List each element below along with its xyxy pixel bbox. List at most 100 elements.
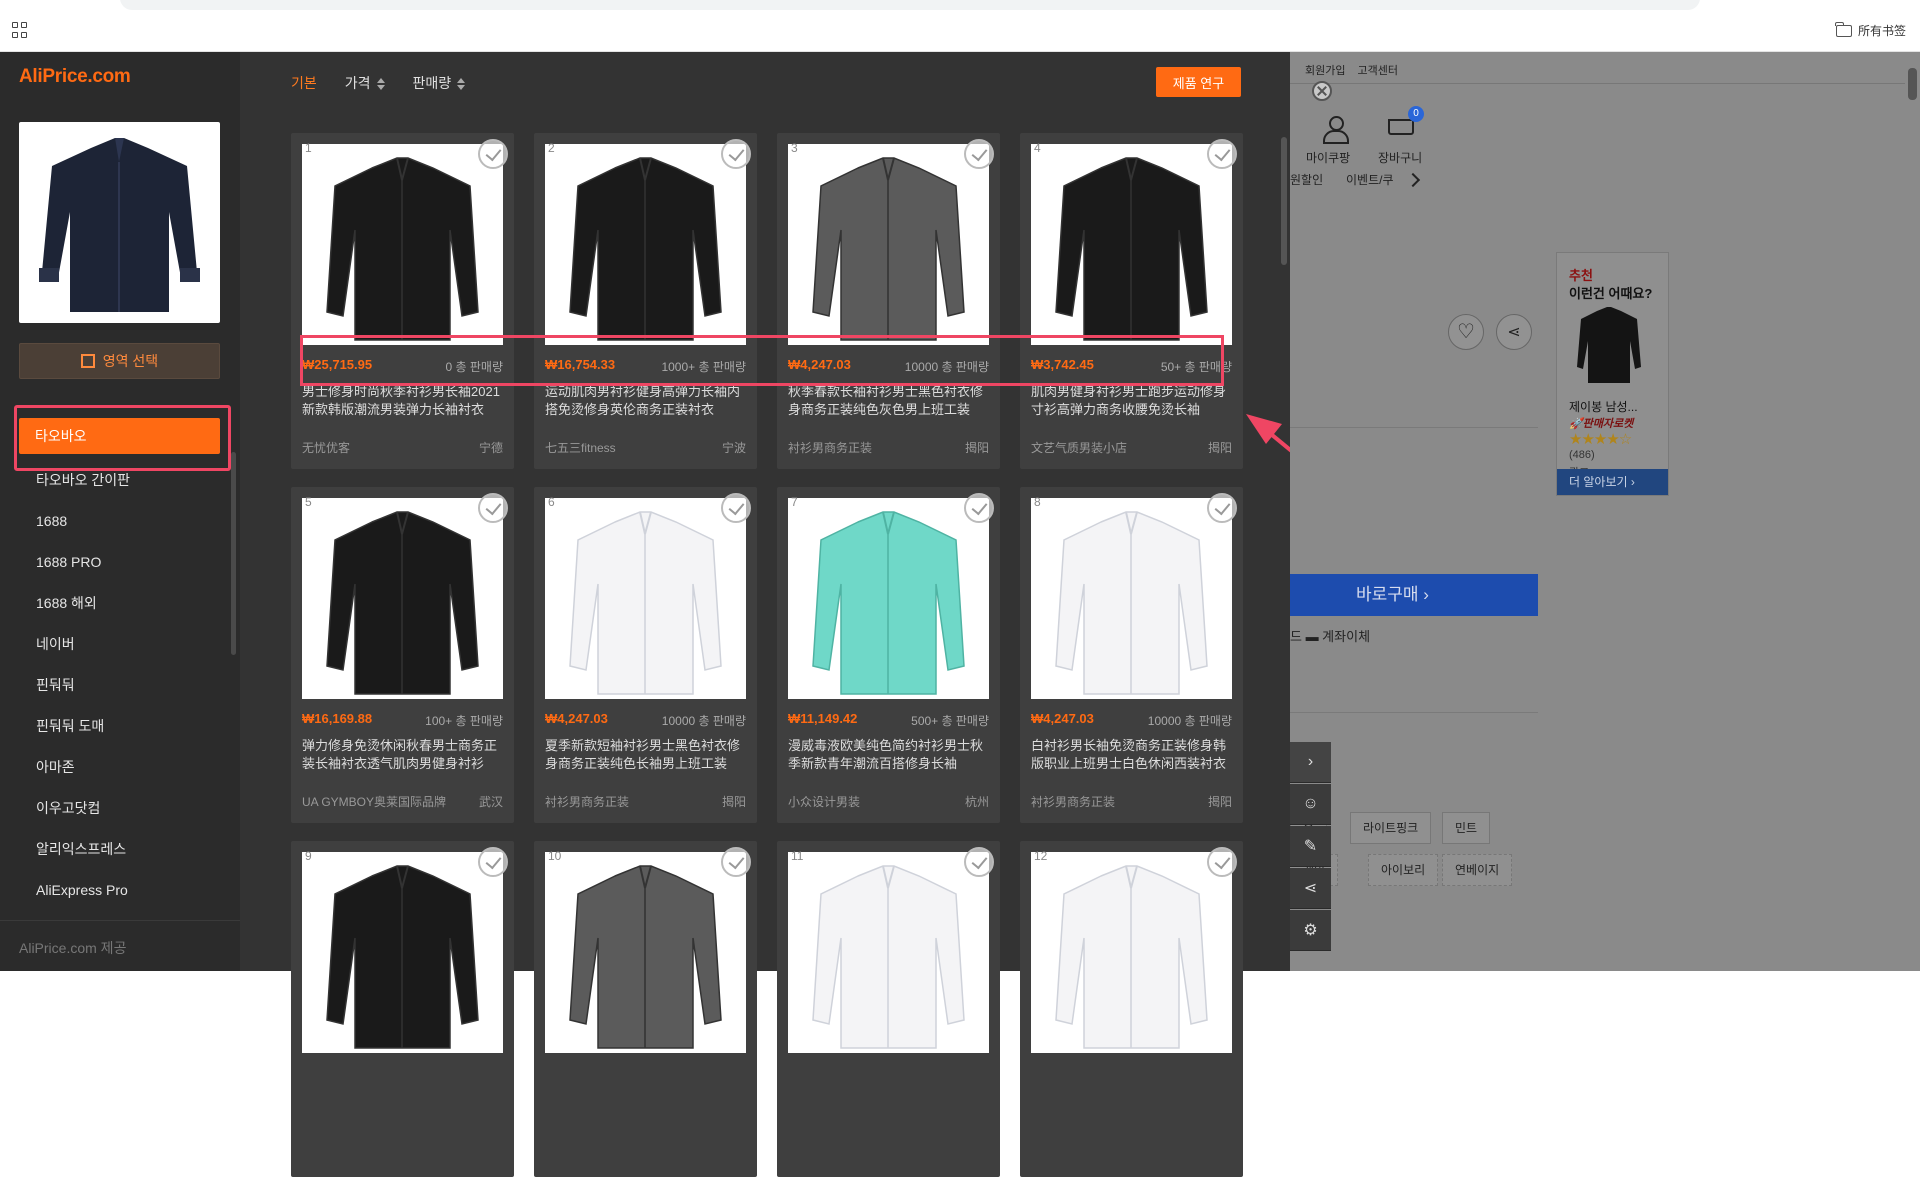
shop-name[interactable]: 无忧优客: [302, 439, 350, 456]
menu-item-aliexpress[interactable]: 알리익스프레스: [0, 829, 232, 870]
product-image[interactable]: [788, 498, 989, 699]
option-chip-ivory[interactable]: 아이보리: [1368, 854, 1439, 886]
menu-item-taobao[interactable]: 타오바오: [19, 418, 220, 454]
select-check-icon[interactable]: [721, 493, 751, 523]
product-title[interactable]: 肌肉男健身衬衫男士跑步运动修身寸衫高弹力商务收腰免烫长袖: [1031, 383, 1234, 419]
wishlist-button[interactable]: ♡: [1448, 314, 1484, 350]
product-title[interactable]: 白衬衫男长袖免烫商务正装修身韩版职业上班男士白色休闲西装衬衣: [1031, 737, 1234, 773]
recommend-ad[interactable]: 추천 이런건 어때요? 제이봉 남성... 🚀판매자로켓 ★★★★☆ (486)…: [1556, 252, 1669, 496]
collapse-toolbar-button[interactable]: ›: [1290, 742, 1331, 783]
product-card[interactable]: 8 ₩4,247.03 10000 총 판매량 白衬衫男长袖免烫商务正装修身韩版职业上…: [1020, 487, 1243, 823]
sort-price[interactable]: 가격: [345, 73, 385, 93]
select-check-icon[interactable]: [1207, 847, 1237, 877]
shop-name[interactable]: 文艺气质男装小店: [1031, 439, 1127, 456]
product-image[interactable]: [302, 852, 503, 1053]
product-image[interactable]: [788, 144, 989, 345]
results-scrollbar[interactable]: [1281, 137, 1287, 265]
menu-item-pinduoduo-wholesale[interactable]: 핀둬둬 도매: [0, 706, 232, 747]
product-card[interactable]: 12: [1020, 841, 1243, 1177]
all-bookmarks[interactable]: 所有书签: [1835, 21, 1906, 39]
product-image[interactable]: [1031, 498, 1232, 699]
nav-item-discount[interactable]: 원할인: [1290, 171, 1323, 188]
my-coupang-label[interactable]: 마이쿠팡: [1306, 149, 1350, 166]
product-card[interactable]: 5 ₩16,169.88 100+ 총 판매량 弹力修身免烫休闲秋春男士商务正装长袖衬…: [291, 487, 514, 823]
sort-default[interactable]: 기본: [291, 73, 317, 93]
product-card[interactable]: 7 ₩11,149.42 500+ 총 판매량 漫威毒液欧美纯色简约衬衫男士秋季新款青…: [777, 487, 1000, 823]
edit-button[interactable]: ✎: [1290, 826, 1331, 867]
select-check-icon[interactable]: [721, 139, 751, 169]
option-chip-mint[interactable]: 민트: [1442, 812, 1491, 844]
menu-item-1688-overseas[interactable]: 1688 해외: [0, 583, 232, 624]
product-title[interactable]: [1031, 1091, 1234, 1127]
select-check-icon[interactable]: [964, 139, 994, 169]
sort-sales[interactable]: 판매량: [413, 73, 466, 93]
product-card[interactable]: 1 ₩25,715.95 0 총 판매량 男士修身时尚秋季衬衫男长袖2021新款韩版潮…: [291, 133, 514, 469]
support-link[interactable]: 고객센터: [1357, 62, 1397, 78]
address-bar[interactable]: [120, 0, 1700, 10]
signup-link[interactable]: 회원가입: [1305, 62, 1345, 78]
product-title[interactable]: 夏季新款短袖衬衫男士黑色衬衣修身商务正装纯色长袖男上班工装: [545, 737, 748, 773]
menu-item-1688[interactable]: 1688: [0, 501, 232, 542]
product-card[interactable]: 10: [534, 841, 757, 1177]
select-check-icon[interactable]: [478, 139, 508, 169]
area-select-button[interactable]: 영역 선택: [19, 343, 220, 379]
product-image[interactable]: [1031, 144, 1232, 345]
cart-label[interactable]: 장바구니: [1378, 149, 1422, 166]
product-research-button[interactable]: 제품 연구: [1156, 67, 1241, 97]
chevron-right-icon[interactable]: [1405, 172, 1421, 188]
menu-item-amazon[interactable]: 아마존: [0, 747, 232, 788]
nav-item-event[interactable]: 이벤트/쿠: [1346, 171, 1394, 188]
product-image[interactable]: [545, 498, 746, 699]
product-image[interactable]: [788, 852, 989, 1053]
select-check-icon[interactable]: [1207, 493, 1237, 523]
shop-name[interactable]: 衬衫男商务正装: [545, 793, 629, 810]
shop-name[interactable]: 衬衫男商务正装: [788, 439, 872, 456]
menu-item-aliexpress-pro[interactable]: AliExpress Pro: [0, 870, 232, 911]
shop-name[interactable]: 七五三fitness: [545, 439, 616, 456]
user-icon[interactable]: [1319, 114, 1351, 144]
scroll-thumb[interactable]: [1908, 68, 1917, 100]
product-image[interactable]: [1031, 852, 1232, 1053]
select-check-icon[interactable]: [478, 493, 508, 523]
product-title[interactable]: 秋季春款长袖衬衫男士黑色衬衣修身商务正装纯色灰色男上班工装: [788, 383, 991, 419]
product-card[interactable]: 6 ₩4,247.03 10000 총 판매량 夏季新款短袖衬衫男士黑色衬衣修身商务正…: [534, 487, 757, 823]
shop-name[interactable]: 小众设计男装: [788, 793, 860, 810]
settings-button[interactable]: ⚙: [1290, 910, 1331, 951]
apps-grid-icon[interactable]: [12, 22, 28, 38]
chat-button[interactable]: ☺: [1290, 784, 1331, 825]
share-tool-button[interactable]: ⋖: [1290, 868, 1331, 909]
product-card[interactable]: 4 ₩3,742.45 50+ 총 판매량 肌肉男健身衬衫男士跑步运动修身寸衫高弹力商…: [1020, 133, 1243, 469]
menu-item-taobao-lite[interactable]: 타오바오 간이판: [0, 460, 232, 501]
product-title[interactable]: 运动肌肉男衬衫健身高弹力长袖内搭免烫修身英伦商务正装衬衣: [545, 383, 748, 419]
select-check-icon[interactable]: [478, 847, 508, 877]
select-check-icon[interactable]: [964, 493, 994, 523]
product-image[interactable]: [302, 498, 503, 699]
shop-name[interactable]: UA GYMBOY奥莱国际品牌: [302, 793, 446, 810]
option-chip-lightpink[interactable]: 라이트핑크: [1350, 812, 1432, 844]
select-check-icon[interactable]: [964, 847, 994, 877]
ad-more-button[interactable]: 더 알아보기 ›: [1557, 469, 1668, 495]
menu-item-pinduoduo[interactable]: 핀둬둬: [0, 665, 232, 706]
option-chip-lightbeige[interactable]: 연베이지: [1442, 854, 1513, 886]
share-button[interactable]: ⋖: [1496, 314, 1532, 350]
product-title[interactable]: [788, 1091, 991, 1127]
page-scrollbar[interactable]: [1905, 52, 1920, 971]
product-title[interactable]: [545, 1091, 748, 1127]
buy-now-button[interactable]: 바로구매 ›: [1290, 574, 1538, 616]
product-title[interactable]: [302, 1091, 505, 1127]
shop-name[interactable]: 衬衫男商务正装: [1031, 793, 1115, 810]
product-title[interactable]: 男士修身时尚秋季衬衫男长袖2021新款韩版潮流男装弹力长袖衬衣: [302, 383, 505, 419]
sidebar-scrollbar[interactable]: [231, 452, 236, 655]
product-card[interactable]: 3 ₩4,247.03 10000 총 판매량 秋季春款长袖衬衫男士黑色衬衣修身商务正…: [777, 133, 1000, 469]
product-card[interactable]: 11: [777, 841, 1000, 1177]
product-card[interactable]: 2 ₩16,754.33 1000+ 총 판매량 运动肌肉男衬衫健身高弹力长袖内搭免烫…: [534, 133, 757, 469]
product-image[interactable]: [545, 852, 746, 1053]
brand-logo[interactable]: AliPrice.com: [19, 66, 131, 88]
product-image[interactable]: [545, 144, 746, 345]
select-check-icon[interactable]: [721, 847, 751, 877]
product-title[interactable]: 漫威毒液欧美纯色简约衬衫男士秋季新款青年潮流百搭修身长袖: [788, 737, 991, 773]
close-icon[interactable]: [1312, 81, 1332, 101]
menu-item-1688-pro[interactable]: 1688 PRO: [0, 542, 232, 583]
menu-item-yiwugo[interactable]: 이우고닷컴: [0, 788, 232, 829]
menu-item-naver[interactable]: 네이버: [0, 624, 232, 665]
